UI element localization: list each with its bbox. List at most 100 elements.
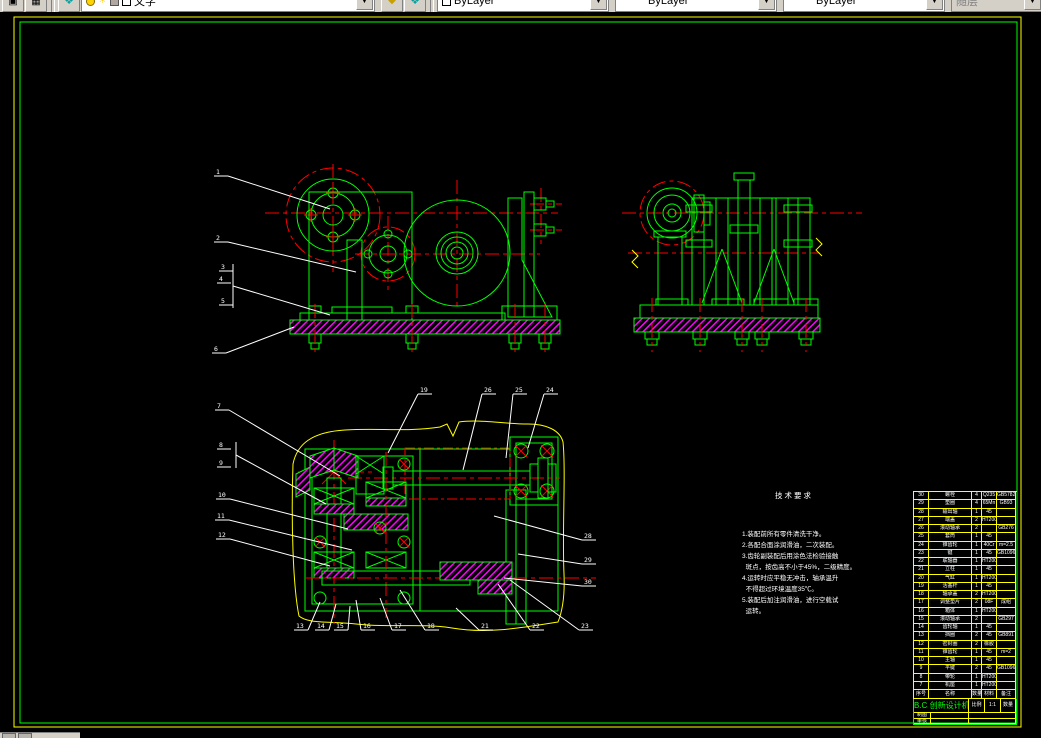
bottom-ui-sliver (0, 732, 80, 738)
layer-dropdown-arrow[interactable]: ▼ (356, 0, 373, 10)
svg-text:11: 11 (217, 512, 225, 520)
svg-text:29: 29 (584, 556, 592, 564)
layers-icon: ❖ (64, 0, 74, 7)
svg-text:28: 28 (584, 532, 592, 540)
bevel-gear-section (309, 447, 335, 479)
scale-value: 1:1 (985, 699, 1001, 713)
parts-table-row: 8 带轮 1 HT200 (914, 673, 1017, 682)
svg-text:1: 1 (216, 168, 220, 176)
parts-table-row: 19 活塞杆 1 45 (914, 582, 1017, 591)
parts-table-rows: 30 螺栓 4 Q235 GB5782 29 垫圈 4 65Mn GB93 28 输出轴 1 45 27 端盖… (914, 492, 1017, 690)
sun-icon[interactable]: ☀ (98, 0, 107, 6)
svg-text:10: 10 (218, 491, 226, 499)
cylinder-phantom-outline (404, 447, 511, 500)
current-lineweight: ByLayer (816, 0, 857, 7)
parts-table-row: 24 锥齿轮 1 40Cr m=2.5 (914, 541, 1017, 550)
qty-label: 数量 (1001, 699, 1016, 713)
parts-table-row: 23 键 1 45 GB1096 (914, 549, 1017, 558)
svg-text:15: 15 (336, 622, 344, 630)
parts-table-row: 20 气缸 1 HT200 (914, 574, 1017, 583)
front-view (265, 164, 562, 353)
svg-text:23: 23 (581, 622, 589, 630)
lock-icon[interactable] (109, 0, 119, 6)
layer-current-icon: ◆ (388, 0, 396, 6)
parts-table-row: 14 齿轮轴 1 45 (914, 624, 1017, 633)
drawing-frame (13, 16, 1022, 728)
layer-manager-button[interactable]: ❖ (58, 0, 80, 12)
svg-text:16: 16 (363, 622, 371, 630)
balloon-labels: 12345678910111213 14 15 16 17 18 21 22 2319 26 25 2… (212, 168, 596, 631)
svg-text:13: 13 (296, 622, 304, 630)
parts-table-row: 15 滚动轴承 2 GB297 (914, 615, 1017, 624)
parts-table-row: 25 套筒 1 45 (914, 533, 1017, 542)
notes-lines: 1.装配前所有零件清洗干净。 2.各配合面涂润滑油，二次装配。 3.齿轮副装配后用涂… (742, 530, 857, 616)
lineweight-combobox[interactable]: ByLayer ▼ (783, 0, 945, 12)
current-plotstyle: 随层 (956, 0, 978, 8)
svg-text:17: 17 (394, 622, 402, 630)
toolbar-button-1[interactable]: ▣ (2, 0, 24, 12)
current-layer-name: 文字 (133, 0, 156, 8)
notes-title: 技术要求 (775, 491, 813, 501)
parts-table-row: 9 平键 2 45 GB1096 (914, 665, 1017, 674)
svg-text:14: 14 (317, 622, 325, 630)
svg-text:5: 5 (221, 297, 225, 305)
color-dropdown-arrow[interactable]: ▼ (590, 0, 607, 10)
toolbar-button-2[interactable]: ▦ (25, 0, 47, 12)
current-linetype: ByLayer (648, 0, 689, 7)
bevel-gear-section (333, 447, 359, 479)
parts-list: 30 螺栓 4 Q235 GB5782 29 垫圈 4 65Mn GB93 28 输出轴 1 45 27 端盖… (913, 491, 1017, 725)
layer-color-swatch-icon (121, 0, 131, 6)
svg-text:19: 19 (420, 386, 428, 394)
title-block: B.C 创新设计机构 比例 1:1 数量 制图 审核 (913, 699, 1017, 725)
linetype-dropdown-arrow[interactable]: ▼ (758, 0, 775, 10)
svg-text:2: 2 (216, 234, 220, 242)
svg-text:26: 26 (484, 386, 492, 394)
color-combobox[interactable]: ByLayer ▼ (437, 0, 609, 12)
svg-text:3: 3 (221, 263, 225, 271)
parts-table-row: 27 端盖 2 HT200 (914, 516, 1017, 525)
make-object-layer-current-button[interactable]: ◆ (381, 0, 403, 12)
svg-text:4: 4 (219, 275, 223, 283)
lineweight-dropdown-arrow[interactable]: ▼ (926, 0, 943, 10)
parts-table-row: 12 密封圈 2 橡胶 (914, 640, 1017, 649)
plotstyle-combobox: 随层 ▼ (951, 0, 1041, 12)
cad-viewport[interactable]: 1 2 3 4 5 6 7 8 9 10 11 12 13 14 15 16 17 18 21 22 23 19 26 25 2… (0, 12, 1041, 738)
toolbar-separator (430, 0, 434, 12)
svg-text:24: 24 (546, 386, 554, 394)
parts-table-row: 7 机座 1 HT200 (914, 681, 1017, 690)
parts-table-row: 10 主轴 1 45 (914, 657, 1017, 666)
plotstyle-dropdown-arrow: ▼ (1024, 0, 1041, 10)
parts-table-row: 18 轴承盖 2 HT200 (914, 591, 1017, 600)
layer-combobox[interactable]: ☀ 文字 ▼ (81, 0, 375, 12)
drawing-title: B.C 创新设计机构 (914, 699, 969, 713)
parts-table-row: 17 调整垫片 2 08F 成组 (914, 599, 1017, 608)
side-view (622, 172, 862, 352)
svg-text:25: 25 (515, 386, 523, 394)
parts-table-row: 29 垫圈 4 65Mn GB93 (914, 500, 1017, 509)
technical-notes: 技术要求 1.装配前所有零件清洗干净。 2.各配合面涂润滑油，二次装配。 3.齿轮副… (742, 468, 857, 639)
coupling-section (439, 561, 513, 581)
bulb-icon[interactable] (86, 0, 95, 6)
parts-table-row: 21 立柱 1 45 (914, 566, 1017, 575)
parts-table-row: 30 螺栓 4 Q235 GB5782 (914, 492, 1017, 501)
application-window: ▣ ▦ ❖ ☀ 文字 ▼ ◆ ❖ ByLayer ▼ ByLayer ▼ ByL… (0, 0, 1041, 738)
svg-text:9: 9 (219, 459, 223, 467)
parts-table-row: 11 锥齿轮 1 45 m=2 (914, 648, 1017, 657)
scale-label: 比例 (969, 699, 985, 713)
svg-text:18: 18 (427, 622, 435, 630)
current-color: ByLayer (454, 0, 495, 7)
gear-section (343, 513, 409, 531)
layer-previous-icon: ❖ (410, 0, 420, 7)
linetype-combobox[interactable]: ByLayer ▼ (615, 0, 777, 12)
checker-label: 审核 (914, 718, 931, 724)
parts-table-row: 13 挡圈 2 45 GB891 (914, 632, 1017, 641)
svg-text:12: 12 (218, 531, 226, 539)
parts-table-row: 16 箱体 1 HT200 (914, 607, 1017, 616)
parts-table-row: 22 联轴器 1 HT200 (914, 558, 1017, 567)
parts-table-row: 28 输出轴 1 45 (914, 508, 1017, 517)
svg-text:6: 6 (214, 345, 218, 353)
svg-text:22: 22 (532, 622, 540, 630)
parts-table-header: 序号 名称 数量 材料 备注 (914, 690, 1017, 699)
section-view (291, 420, 596, 631)
layer-previous-button[interactable]: ❖ (404, 0, 426, 12)
